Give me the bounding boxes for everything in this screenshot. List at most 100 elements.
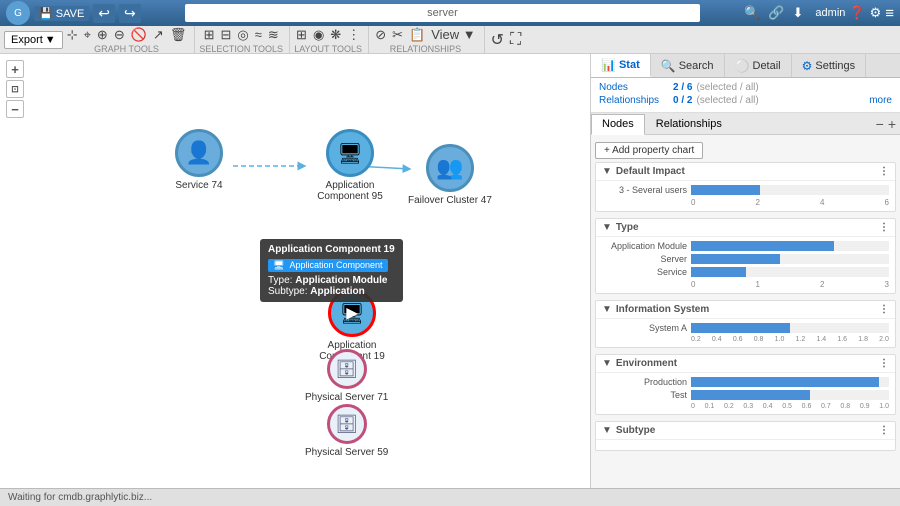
right-panel: 📊 Stat 🔍 Search ⚪ Detail ⚙ Settings Node… xyxy=(590,54,900,488)
select-similar[interactable]: ≋ xyxy=(266,26,281,44)
tab-search[interactable]: 🔍 Search xyxy=(651,54,725,77)
bar-row-several-users: 3 - Several users xyxy=(602,185,889,195)
node-label-service74: Service 74 xyxy=(175,180,222,191)
collapse-tool[interactable]: ⊖ xyxy=(112,26,127,44)
chart-infosys-header[interactable]: ▼ Information System ⋮ xyxy=(596,301,895,319)
chart-env-menu-icon[interactable]: ⋮ xyxy=(879,358,889,369)
save-button[interactable]: 💾 SAVE xyxy=(34,6,89,21)
chart-type-menu-icon[interactable]: ⋮ xyxy=(879,222,889,233)
fullscreen-button[interactable]: ⛶ xyxy=(508,30,523,50)
download-icon[interactable]: ⬇ xyxy=(793,5,804,21)
expand-tool[interactable]: ⊕ xyxy=(95,26,110,44)
node-failover47[interactable]: 👥 Failover Cluster 47 xyxy=(408,144,492,206)
rel-show[interactable]: ✂ xyxy=(390,26,405,44)
node-label-physserver71: Physical Server 71 xyxy=(305,392,388,403)
tab-stat[interactable]: 📊 Stat xyxy=(591,54,651,77)
statusbar: Waiting for cmdb.graphlytic.biz... xyxy=(0,488,900,506)
statusbar-text: Waiting for cmdb.graphlytic.biz... xyxy=(8,492,152,503)
panel-tabs: 📊 Stat 🔍 Search ⚪ Detail ⚙ Settings xyxy=(591,54,900,78)
node-physserver59[interactable]: 🗄 Physical Server 59 xyxy=(305,404,388,458)
bar-row-service: Service xyxy=(602,267,889,277)
main-area: + ⊡ − 👤 Service 74 xyxy=(0,54,900,488)
user-label: admin xyxy=(815,7,845,19)
node-service74[interactable]: 👤 Service 74 xyxy=(175,129,223,191)
chart-subtype-header[interactable]: ▼ Subtype ⋮ xyxy=(596,422,895,440)
share-icon[interactable]: 🔗 xyxy=(768,5,784,21)
tab-controls: − + xyxy=(876,116,900,132)
edge-tool[interactable]: ↗ xyxy=(151,26,166,44)
chart-default-impact-header[interactable]: ▼ Default Impact ⋮ xyxy=(596,163,895,181)
node-label-failover47: Failover Cluster 47 xyxy=(408,195,492,206)
layout-force[interactable]: ❋ xyxy=(328,26,343,44)
chart-default-impact: ▼ Default Impact ⋮ 3 - Several users 0 2 xyxy=(595,162,896,212)
rel-menu[interactable]: 📋 xyxy=(407,26,427,44)
more-link[interactable]: more xyxy=(869,95,892,106)
export-button[interactable]: Export ▼ xyxy=(4,31,63,49)
zoom-out-button[interactable]: − xyxy=(6,100,24,118)
graph-tools-icons: ⊹ ⌖ ⊕ ⊖ 🚫 ↗ 🗑 xyxy=(65,26,189,44)
selection-tools-label: SELECTION TOOLS xyxy=(199,44,283,54)
help-icon[interactable]: ❓ xyxy=(849,5,865,21)
panel-content: + Add property chart ▼ Default Impact ⋮ … xyxy=(591,135,900,488)
search-icon[interactable]: 🔍 xyxy=(744,5,760,21)
logo-text: G xyxy=(14,8,22,19)
chart-subtype: ▼ Subtype ⋮ xyxy=(595,421,896,451)
top-bar: G 💾 SAVE ↩ ↪ 🔍 🔗 ⬇ admin ❓ ⚙ ≡ xyxy=(0,0,900,26)
tab-settings[interactable]: ⚙ Settings xyxy=(792,54,867,77)
settings-icon[interactable]: ⚙ xyxy=(870,5,882,21)
layout-grid[interactable]: ⊞ xyxy=(294,26,309,44)
node-label-physserver59: Physical Server 59 xyxy=(305,447,388,458)
refresh-button[interactable]: ↺ xyxy=(489,29,506,51)
relationships-stat: Relationships 0 / 2 (selected / all) mor… xyxy=(599,95,892,106)
tab-detail[interactable]: ⚪ Detail xyxy=(725,54,792,77)
zoom-fit-button[interactable]: ⊡ xyxy=(6,80,24,98)
rel-view[interactable]: View ▼ xyxy=(429,26,477,44)
node-label-appcomp95: Application Component 95 xyxy=(300,180,400,202)
select-connected[interactable]: ≈ xyxy=(253,26,264,44)
lasso-tool[interactable]: ⌖ xyxy=(82,26,93,44)
chart-type: ▼ Type ⋮ Application Module Server xyxy=(595,218,896,294)
node-physserver71[interactable]: 🗄 Physical Server 71 xyxy=(305,349,388,403)
select-tool[interactable]: ⊹ xyxy=(65,26,80,44)
rel-hide[interactable]: ⊘ xyxy=(373,26,388,44)
node-rel-tabs: Nodes Relationships − + xyxy=(591,113,900,135)
graph-canvas[interactable]: + ⊡ − 👤 Service 74 xyxy=(0,54,590,488)
layout-tools-label: LAYOUT TOOLS xyxy=(294,44,362,54)
undo-button[interactable]: ↩ xyxy=(93,4,115,23)
app-logo: G xyxy=(6,1,30,25)
delete-tool[interactable]: 🗑 xyxy=(168,26,189,44)
stat-icon: 📊 xyxy=(601,58,616,72)
settings-tab-icon: ⚙ xyxy=(802,59,813,73)
redo-button[interactable]: ↪ xyxy=(119,4,141,23)
chart-subtype-menu-icon[interactable]: ⋮ xyxy=(879,425,889,436)
search-tab-icon: 🔍 xyxy=(661,59,676,73)
chart-menu-icon[interactable]: ⋮ xyxy=(879,166,889,177)
relationships-tab[interactable]: Relationships xyxy=(645,113,733,134)
toggle-icon-type: ▼ xyxy=(602,222,612,233)
tooltip-title: Application Component 19 xyxy=(268,244,395,255)
chart-env-header[interactable]: ▼ Environment ⋮ xyxy=(596,355,895,373)
filter-tool[interactable]: 🚫 xyxy=(129,26,149,44)
collapse-panel-btn[interactable]: − xyxy=(876,116,884,132)
add-property-chart-button[interactable]: + Add property chart xyxy=(595,142,703,159)
layout-circle[interactable]: ◉ xyxy=(311,26,326,44)
relationships-label: RELATIONSHIPS xyxy=(390,44,461,54)
node-appcomp95[interactable]: 🖥 Application Component 95 xyxy=(300,129,400,202)
layout-tools-icons: ⊞ ◉ ❋ ⋮ xyxy=(294,26,362,44)
search-input[interactable] xyxy=(185,4,700,22)
chart-environment: ▼ Environment ⋮ Production Test xyxy=(595,354,896,415)
chart-infosys-menu-icon[interactable]: ⋮ xyxy=(879,304,889,315)
menu-icon[interactable]: ≡ xyxy=(885,5,894,22)
stats-row: Nodes 2 / 6 (selected / all) Relationshi… xyxy=(591,78,900,113)
select-none[interactable]: ⊟ xyxy=(219,26,234,44)
select-all[interactable]: ⊞ xyxy=(202,26,217,44)
layout-tree[interactable]: ⋮ xyxy=(345,26,362,44)
detail-icon: ⚪ xyxy=(735,59,750,73)
chart-type-header[interactable]: ▼ Type ⋮ xyxy=(596,219,895,237)
nodes-tab[interactable]: Nodes xyxy=(591,114,645,135)
bar-row-production: Production xyxy=(602,377,889,387)
select-inv[interactable]: ◎ xyxy=(235,26,250,44)
expand-panel-btn[interactable]: + xyxy=(888,116,896,132)
toolbar: Export ▼ ⊹ ⌖ ⊕ ⊖ 🚫 ↗ 🗑 GRAPH TOOLS ⊞ ⊟ ◎… xyxy=(0,26,900,54)
zoom-in-button[interactable]: + xyxy=(6,60,24,78)
